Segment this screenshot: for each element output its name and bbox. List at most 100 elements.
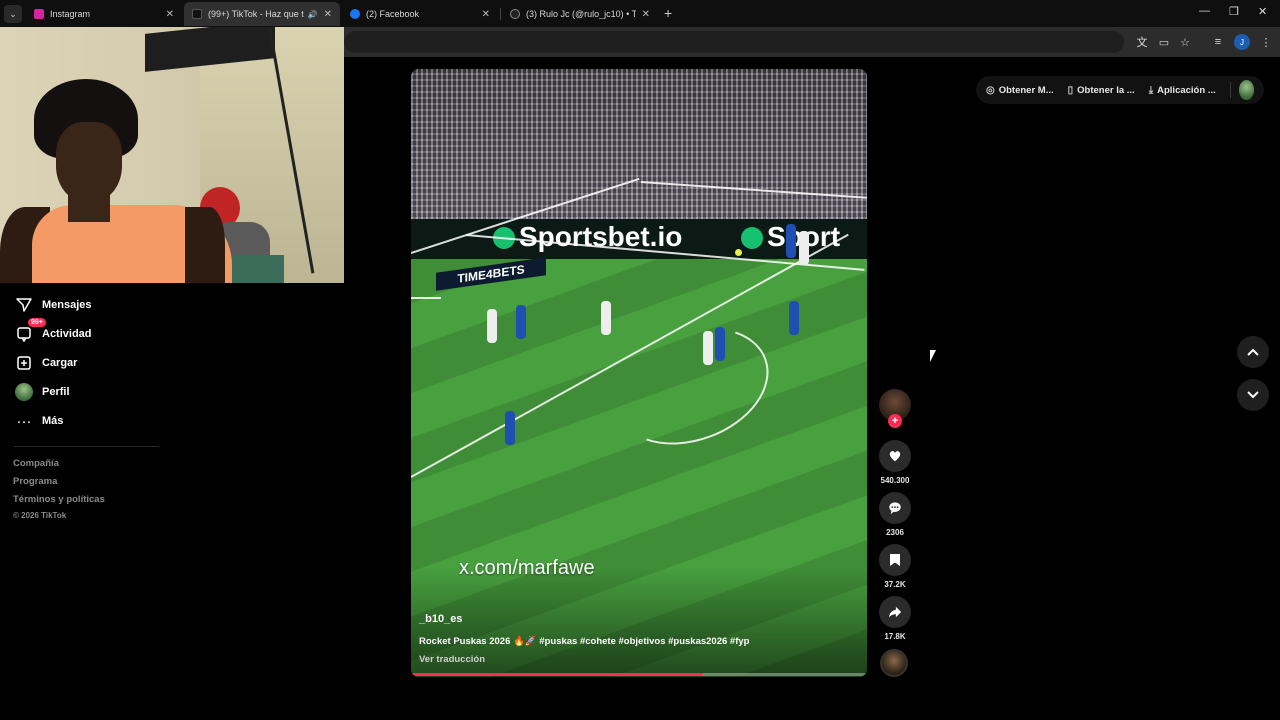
webcam-arm bbox=[185, 207, 225, 283]
close-icon[interactable]: ✕ bbox=[482, 9, 490, 20]
tab-threads[interactable]: (3) Rulo Jc (@rulo_jc10) • Threa ✕ bbox=[502, 2, 658, 26]
like-count: 540.300 bbox=[880, 476, 910, 485]
desktop-app-button[interactable]: ⤓ Aplicación ... bbox=[1149, 85, 1216, 96]
topbar-separator bbox=[1229, 82, 1231, 98]
restore-icon[interactable]: ❐ bbox=[1229, 5, 1239, 18]
share-icon bbox=[888, 606, 902, 618]
player-blue bbox=[505, 411, 515, 445]
footer-link-terminos[interactable]: Términos y políticas bbox=[13, 494, 105, 505]
instagram-icon bbox=[34, 9, 44, 19]
upload-icon bbox=[14, 353, 34, 373]
next-video-button[interactable] bbox=[1237, 379, 1269, 411]
board-text-sportsbet: Sportsbet.io bbox=[519, 221, 683, 252]
close-icon[interactable]: ✕ bbox=[324, 9, 332, 20]
video-player[interactable]: Sportsbet.io Sport TIME4BETS x.com/marfa… bbox=[411, 69, 867, 677]
share-button[interactable] bbox=[879, 596, 911, 628]
button-label: Aplicación ... bbox=[1157, 84, 1216, 96]
follow-button[interactable]: + bbox=[888, 414, 902, 428]
video-progress-bar[interactable] bbox=[411, 673, 867, 676]
footer-link-compania[interactable]: Compañía bbox=[13, 458, 59, 469]
tab-instagram[interactable]: Instagram ✕ bbox=[26, 2, 182, 26]
comment-button[interactable] bbox=[879, 492, 911, 524]
player-blue bbox=[789, 301, 799, 335]
sidebar-item-actividad[interactable]: 99+ Actividad bbox=[14, 318, 92, 345]
tab-title: (3) Rulo Jc (@rulo_jc10) • Threa bbox=[526, 9, 636, 19]
save-button[interactable] bbox=[879, 544, 911, 576]
close-icon[interactable]: ✕ bbox=[642, 9, 650, 20]
tab-title: Instagram bbox=[50, 9, 91, 19]
download-icon: ⤓ bbox=[1148, 84, 1154, 96]
player-white bbox=[601, 301, 611, 335]
button-label: Obtener M... bbox=[998, 84, 1054, 96]
facebook-icon bbox=[350, 9, 360, 19]
threads-icon bbox=[510, 9, 520, 19]
kebab-menu-icon[interactable]: ⋮ bbox=[1258, 34, 1274, 50]
bookmark-star-icon[interactable]: ☆ bbox=[1177, 34, 1193, 50]
new-tab-button[interactable]: + bbox=[664, 5, 672, 21]
comment-action: 2306 bbox=[878, 492, 912, 537]
more-icon: ··· bbox=[16, 412, 32, 430]
coin-icon: ◎ bbox=[986, 84, 995, 96]
sound-disc-avatar[interactable] bbox=[880, 649, 908, 677]
save-count: 37.2K bbox=[884, 580, 906, 589]
top-right-bar: ◎ Obtener M... ▯ Obtener la ... ⤓ Aplica… bbox=[976, 76, 1264, 104]
comment-icon bbox=[889, 502, 901, 515]
football bbox=[735, 249, 742, 256]
sidebar-item-label: Perfil bbox=[42, 386, 70, 398]
tab-facebook[interactable]: (2) Facebook ✕ bbox=[342, 2, 498, 26]
sidebar-item-label: Actividad bbox=[42, 328, 92, 340]
video-author[interactable]: _b10_es bbox=[419, 613, 462, 625]
browser-tab-strip: ⌄ Instagram ✕ (99+) TikTok - Haz que tu … bbox=[0, 0, 1280, 27]
minimize-icon[interactable]: — bbox=[1199, 5, 1210, 17]
bookmark-icon bbox=[890, 554, 900, 566]
video-crowd bbox=[411, 69, 867, 219]
tab-search-icon[interactable]: ⌄ bbox=[4, 5, 22, 23]
heart-icon bbox=[889, 451, 901, 462]
user-avatar[interactable] bbox=[1238, 80, 1254, 100]
mouse-cursor bbox=[930, 350, 936, 362]
sidebar-item-mensajes[interactable]: Mensajes bbox=[14, 294, 92, 316]
close-icon[interactable]: ✕ bbox=[166, 9, 174, 20]
video-progress-fill bbox=[411, 673, 703, 676]
share-count: 17.8K bbox=[884, 632, 906, 641]
sidebar-divider bbox=[14, 446, 159, 447]
tab-separator bbox=[500, 8, 501, 20]
player-white bbox=[703, 331, 713, 365]
pitch-line bbox=[411, 297, 441, 299]
address-bar[interactable] bbox=[344, 31, 1124, 53]
media-control-icon[interactable]: ≡ bbox=[1210, 34, 1226, 50]
player-blue bbox=[715, 327, 725, 361]
save-action: 37.2K bbox=[878, 544, 912, 589]
get-coins-button[interactable]: ◎ Obtener M... bbox=[986, 85, 1054, 96]
video-caption: Rocket Puskas 2026 🔥🚀 #puskas #cohete #o… bbox=[419, 636, 750, 647]
sidebar-item-cargar[interactable]: Cargar bbox=[14, 352, 77, 374]
tiktok-icon bbox=[192, 9, 202, 19]
button-label: Obtener la ... bbox=[1077, 84, 1135, 96]
webcam-overlay bbox=[0, 27, 344, 283]
sidebar-item-mas[interactable]: ··· Más bbox=[14, 410, 64, 432]
like-action: 540.300 bbox=[878, 440, 912, 485]
chevron-down-icon bbox=[1247, 391, 1259, 399]
get-app-button[interactable]: ▯ Obtener la ... bbox=[1068, 85, 1135, 96]
like-button[interactable] bbox=[879, 440, 911, 472]
phone-icon: ▯ bbox=[1067, 84, 1074, 96]
chevron-up-icon bbox=[1247, 348, 1259, 356]
tab-tiktok[interactable]: (99+) TikTok - Haz que tu d 🔊 ✕ bbox=[184, 2, 340, 26]
footer-copyright: © 2026 TikTok bbox=[13, 511, 67, 520]
player-blue bbox=[786, 224, 796, 258]
see-translation-link[interactable]: Ver traducción bbox=[419, 654, 485, 665]
footer-link-programa[interactable]: Programa bbox=[13, 476, 57, 487]
browser-profile-avatar[interactable]: J bbox=[1234, 34, 1250, 50]
cast-icon[interactable]: ▭ bbox=[1156, 34, 1172, 50]
sidebar-item-label: Cargar bbox=[42, 357, 78, 369]
sportsbet-logo-icon bbox=[741, 227, 763, 249]
sidebar-item-label: Más bbox=[42, 415, 64, 427]
translate-icon[interactable]: 文 bbox=[1134, 34, 1150, 50]
activity-icon bbox=[14, 324, 34, 344]
notification-badge: 99+ bbox=[28, 318, 46, 327]
window-close-icon[interactable]: ✕ bbox=[1258, 5, 1267, 18]
tab-title: (2) Facebook bbox=[366, 9, 420, 19]
sidebar-item-perfil[interactable]: Perfil bbox=[14, 381, 70, 403]
previous-video-button[interactable] bbox=[1237, 336, 1269, 368]
speaker-icon[interactable]: 🔊 bbox=[308, 10, 318, 19]
